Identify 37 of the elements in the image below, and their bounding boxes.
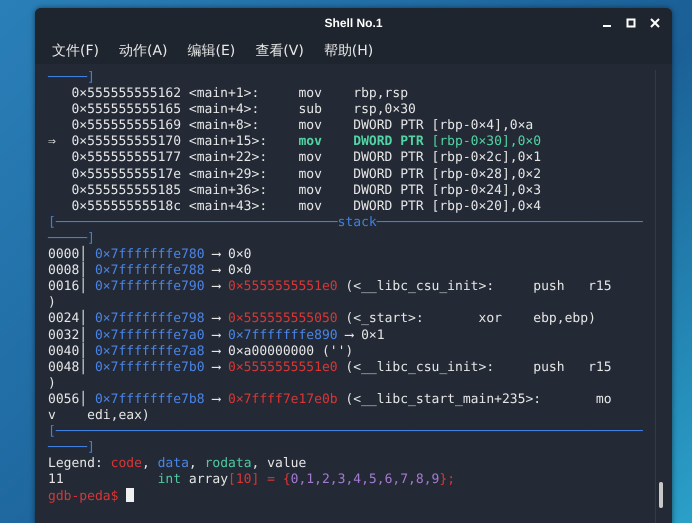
terminal-line: 0000│ 0×7fffffffe780 ⟶ 0×0 — [48, 247, 253, 262]
terminal-line: 0×555555555185 <main+36>: mov DWORD PTR [rbp-0×24],0×3 — [70, 182, 542, 199]
cursor-icon — [126, 488, 134, 502]
terminal-line: 0×555555555177 <main+22>: mov DWORD PTR [rbp-0×2c],0×1 — [70, 150, 542, 167]
terminal-line: 0008│ 0×7fffffffe788 ⟶ 0×0 — [48, 263, 253, 278]
terminal-line: ⇒ 0×555555555170 <main+15>: mov DWORD PTR [rbp-0×30],0×0 — [48, 134, 542, 150]
terminal-line: 0×55555555518c <main+43>: mov DWORD PTR [rbp-0×20],0×4 — [70, 198, 542, 215]
menu-item[interactable]: 文件(F) — [52, 42, 99, 60]
terminal-line: 0056│ 0×7fffffffe7b8 ⟶ 0×7ffff7e17e0b (<__libc_start_main+235>: mo — [48, 392, 613, 408]
terminal-line: Legend: code, data, rodata, value — [48, 456, 308, 472]
terminal-line: 0×55555555517e <main+29>: mov DWORD PTR [rbp-0×28],0×2 — [70, 166, 542, 183]
menu-item[interactable]: 帮助(H) — [324, 42, 374, 60]
terminal-line: [─────────────────────────────────────────────────────────────────────────── — [48, 424, 644, 440]
terminal-line: ) — [48, 376, 56, 391]
menu-item[interactable]: 动作(A) — [118, 42, 168, 60]
terminal-line: ) — [48, 295, 56, 310]
maximize-icon[interactable] — [626, 18, 636, 28]
terminal-line: ─────] — [48, 70, 96, 86]
menu-item[interactable]: 查看(V) — [255, 42, 304, 60]
terminal-line: v edi,eax) — [48, 408, 151, 424]
window-title: Shell No.1 — [324, 16, 382, 30]
terminal-line: 0032│ 0×7fffffffe7a0 ⟶ 0×7fffffffe890 ⟶ 0×1 — [48, 328, 386, 342]
scrollbar-thumb[interactable] — [659, 482, 663, 508]
terminal-line: 0040│ 0×7fffffffe7a8 ⟶ 0×a00000000 ('') — [48, 344, 354, 359]
terminal-line: 0024│ 0×7fffffffe798 ⟶ 0×555555555050 (<_start>: xor ebp,ebp) — [48, 311, 597, 326]
menu-item[interactable]: 编辑(E) — [188, 42, 236, 60]
terminal-line: 0×555555555165 <main+4>: sub rsp,0×30 — [70, 102, 417, 118]
terminal-line: 0048│ 0×7fffffffe7b0 ⟶ 0×5555555551e0 (<__libc_csu_init>: push r15 — [48, 360, 613, 376]
terminal-line: ─────] — [48, 230, 96, 246]
terminal-line: ─────] — [48, 440, 96, 456]
close-icon[interactable] — [650, 18, 660, 28]
terminal-line: [────────────────────────────────────stack────────────────────────────────── — [48, 214, 644, 231]
terminal-line: 11 int array[10] = {0,1,2,3,4,5,6,7,8,9}; — [48, 472, 456, 488]
terminal-line: 0×555555555169 <main+8>: mov DWORD PTR [rbp-0×4],0×a — [70, 118, 534, 134]
terminal-line: 0016│ 0×7fffffffe790 ⟶ 0×5555555551e0 (<__libc_csu_init>: push r15 — [48, 279, 613, 296]
terminal-line: 0×555555555162 <main+1>: mov rbp,rsp — [70, 86, 410, 102]
terminal-line: gdb-peda$ — [48, 488, 655, 505]
